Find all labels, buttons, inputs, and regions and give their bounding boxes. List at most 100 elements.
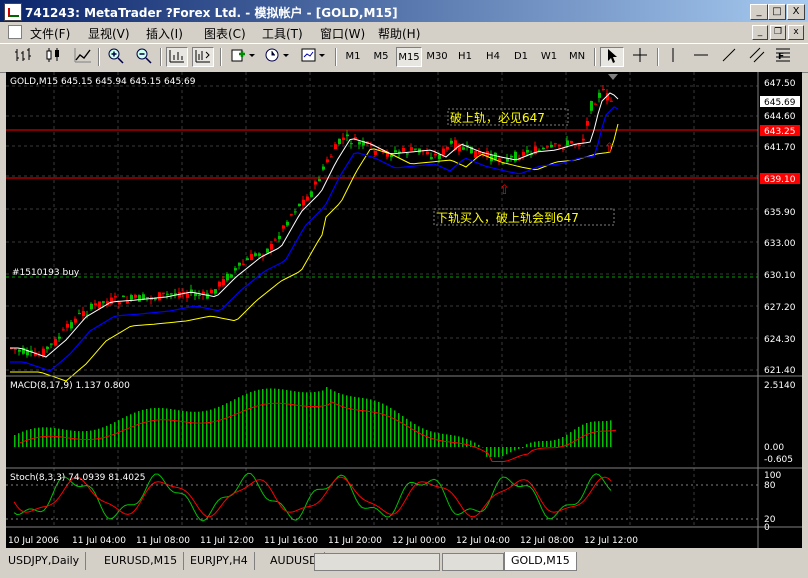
annotation-buy-lower[interactable]: 下轨买入，破上轨会到647 bbox=[436, 210, 579, 225]
macd-bar bbox=[162, 408, 164, 447]
tabs-scroll-left[interactable] bbox=[314, 553, 440, 571]
macd-bar bbox=[498, 447, 500, 457]
candle-body bbox=[254, 253, 257, 256]
candle-body bbox=[186, 293, 189, 298]
timeframe-h4[interactable]: H4 bbox=[480, 47, 506, 67]
timeframe-w1[interactable]: W1 bbox=[536, 47, 562, 67]
candlestick-icon[interactable] bbox=[42, 47, 64, 67]
timeframe-m30[interactable]: M30 bbox=[424, 47, 450, 67]
macd-bar bbox=[478, 444, 480, 447]
timeframe-m1[interactable]: M1 bbox=[340, 47, 366, 67]
timeframe-d1[interactable]: D1 bbox=[508, 47, 534, 67]
menu-help[interactable]: 帮助(H) bbox=[378, 25, 420, 42]
tabs-scroll-right[interactable] bbox=[442, 553, 504, 571]
macd-bar bbox=[294, 391, 296, 447]
zoom-in-icon[interactable] bbox=[105, 47, 127, 67]
mdi-minimize-button[interactable]: _ bbox=[752, 25, 768, 40]
timeframe-m15[interactable]: M15 bbox=[396, 47, 422, 67]
time-label-5: 11 Jul 20:00 bbox=[328, 536, 382, 546]
candle-body bbox=[554, 143, 557, 145]
candle-body bbox=[442, 148, 445, 155]
macd-bar bbox=[218, 406, 220, 447]
tab-gold-m15[interactable]: GOLD,M15 bbox=[504, 552, 577, 571]
close-button[interactable]: X bbox=[787, 4, 805, 20]
macd-bar bbox=[30, 429, 32, 447]
candle-body bbox=[50, 343, 53, 345]
crosshair-icon[interactable] bbox=[628, 47, 652, 67]
annotation-breakout[interactable]: 破上轨，必见647 bbox=[450, 110, 545, 125]
price-label-4: 641.70 bbox=[764, 143, 796, 153]
macd-bar bbox=[558, 438, 560, 447]
toolbar: M1 M5 M15 M30 H1 H4 D1 W1 MN F bbox=[0, 43, 808, 73]
add-indicator-icon[interactable] bbox=[228, 47, 258, 67]
price-label-red-1: 643.25 bbox=[764, 127, 796, 137]
candle-body bbox=[234, 268, 237, 271]
trendline-icon[interactable] bbox=[718, 47, 740, 67]
macd-label: MACD(8,17,9) 1.137 0.800 bbox=[10, 381, 130, 391]
timeframe-mn[interactable]: MN bbox=[564, 47, 590, 67]
line-chart-icon[interactable] bbox=[72, 47, 94, 67]
auto-scroll-icon[interactable] bbox=[166, 47, 188, 67]
macd-bar bbox=[318, 391, 320, 447]
menu-charts[interactable]: 图表(C) bbox=[204, 25, 246, 42]
candle-body bbox=[358, 141, 361, 145]
fibonacci-icon[interactable]: F bbox=[772, 47, 794, 67]
chart-window[interactable]: GOLD,M15 645.15 645.94 645.15 645.69 #15… bbox=[6, 72, 802, 548]
stoch-scale-0: 0 bbox=[764, 523, 770, 533]
macd-bar bbox=[610, 420, 612, 447]
periods-icon[interactable] bbox=[262, 47, 292, 67]
macd-bar bbox=[226, 403, 228, 447]
candle-body bbox=[426, 151, 429, 155]
mdi-close-button[interactable]: x bbox=[788, 25, 804, 40]
vertical-line-icon[interactable] bbox=[662, 47, 684, 67]
bar-chart-icon[interactable] bbox=[12, 47, 34, 67]
mdi-restore-button[interactable]: ❐ bbox=[770, 25, 786, 40]
zoom-out-icon[interactable] bbox=[133, 47, 155, 67]
cursor-icon[interactable] bbox=[600, 47, 624, 67]
candle-body bbox=[578, 144, 581, 147]
macd-bar bbox=[422, 428, 424, 447]
stoch-scale-100: 100 bbox=[764, 471, 781, 481]
channel-icon[interactable] bbox=[746, 47, 768, 67]
menu-view[interactable]: 显视(V) bbox=[88, 25, 130, 42]
price-chart[interactable]: GOLD,M15 645.15 645.94 645.15 645.69 #15… bbox=[6, 72, 802, 548]
maximize-button[interactable]: □ bbox=[768, 4, 786, 20]
candle-body bbox=[438, 154, 441, 159]
menu-insert[interactable]: 插入(I) bbox=[146, 25, 183, 42]
candle-body bbox=[138, 295, 141, 302]
templates-icon[interactable] bbox=[298, 47, 328, 67]
tab-eurjpy-h4[interactable]: EURJPY,H4 bbox=[184, 552, 255, 570]
candle-body bbox=[346, 134, 349, 137]
chart-shift-icon[interactable] bbox=[192, 47, 214, 67]
candle-body bbox=[302, 199, 305, 206]
menu-tools[interactable]: 工具(T) bbox=[262, 25, 303, 42]
price-label-9: 630.10 bbox=[764, 271, 796, 281]
macd-bar bbox=[86, 431, 88, 447]
candle-body bbox=[214, 289, 217, 294]
tab-usdjpy-daily[interactable]: USDJPY,Daily bbox=[2, 552, 87, 570]
candle-body bbox=[14, 348, 17, 350]
macd-bar bbox=[490, 447, 492, 457]
macd-bar bbox=[290, 390, 292, 447]
tab-eurusd-m15[interactable]: EURUSD,M15 bbox=[98, 552, 185, 570]
title-bar: 741243: MetaTrader ?Forex Ltd. - 模拟帐户 - … bbox=[0, 0, 808, 22]
stoch-scale-80: 80 bbox=[764, 481, 776, 491]
timeframe-h1[interactable]: H1 bbox=[452, 47, 478, 67]
macd-bar bbox=[142, 409, 144, 447]
candle-body bbox=[570, 140, 573, 144]
timeframe-m5[interactable]: M5 bbox=[368, 47, 394, 67]
menu-bar: 文件(F) 显视(V) 插入(I) 图表(C) 工具(T) 窗口(W) 帮助(H… bbox=[0, 22, 808, 42]
macd-bar bbox=[458, 436, 460, 447]
macd-bar bbox=[578, 426, 580, 447]
macd-bar bbox=[262, 389, 264, 447]
horizontal-line-icon[interactable] bbox=[690, 47, 712, 67]
doc-icon[interactable] bbox=[8, 25, 22, 39]
macd-bar bbox=[150, 408, 152, 447]
price-label-10: 627.20 bbox=[764, 303, 796, 313]
candle-body bbox=[70, 322, 73, 329]
price-label-red-2: 639.10 bbox=[764, 175, 796, 185]
macd-bar bbox=[174, 409, 176, 447]
menu-file[interactable]: 文件(F) bbox=[30, 25, 70, 42]
minimize-button[interactable]: _ bbox=[750, 4, 768, 20]
menu-window[interactable]: 窗口(W) bbox=[320, 25, 365, 42]
